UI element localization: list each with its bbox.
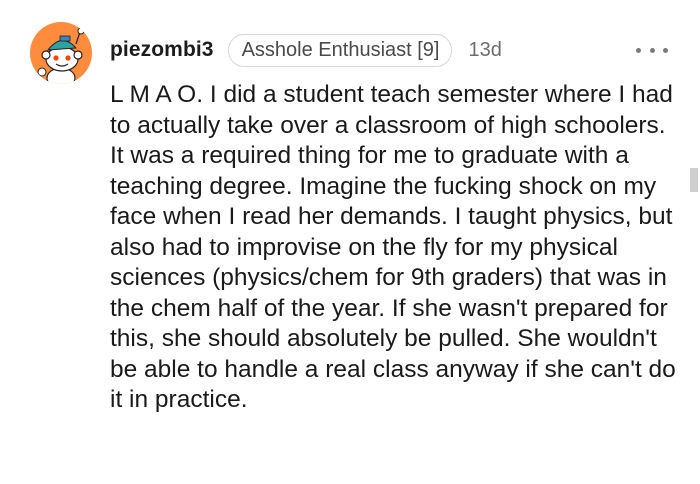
user-flair: Asshole Enthusiast [9]: [227, 33, 453, 67]
comment-age: 13d: [468, 38, 502, 61]
username[interactable]: piezombi3: [110, 38, 214, 62]
comment-body: L M A O. I did a student teach semester …: [110, 81, 676, 413]
snoo-avatar-icon[interactable]: [30, 22, 92, 84]
comment: piezombi3 Asshole Enthusiast [9] 13d L M…: [0, 0, 700, 484]
ellipsis-dot: [663, 47, 668, 53]
comment-header: piezombi3 Asshole Enthusiast [9] 13d: [110, 33, 502, 67]
scrollbar-thumb[interactable]: [690, 168, 698, 192]
ellipsis-dot: [649, 47, 655, 53]
ellipsis-icon[interactable]: [636, 40, 668, 60]
ellipsis-dot: [636, 47, 641, 53]
